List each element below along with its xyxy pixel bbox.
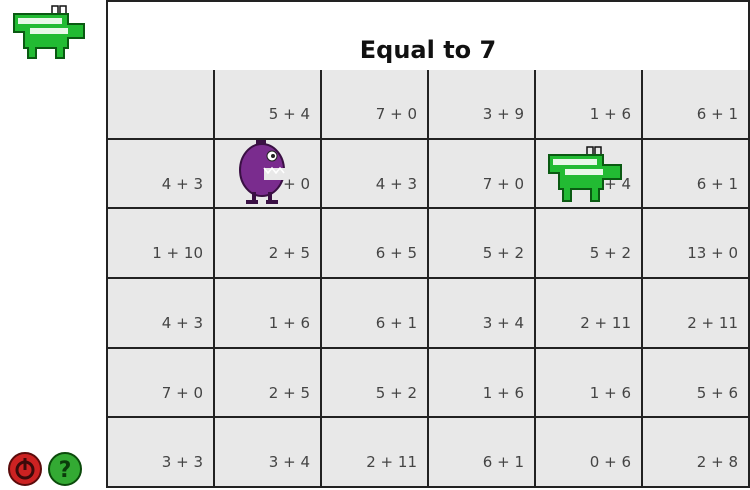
cell-expression: 7 + 0 bbox=[482, 174, 524, 193]
grid-cell[interactable]: 7 + 0 bbox=[322, 70, 429, 140]
grid-cell[interactable]: 2 + 11 bbox=[643, 279, 750, 349]
grid-cell[interactable]: 3 + 9 bbox=[429, 70, 536, 140]
quit-power-icon bbox=[8, 452, 42, 486]
grid-cell[interactable]: 1 + 6 bbox=[215, 279, 322, 349]
cell-expression: 3 + 4 bbox=[482, 314, 524, 333]
grid-cell[interactable]: 5 + 4 bbox=[215, 70, 322, 140]
grid-cell[interactable]: 5 + 2 bbox=[536, 209, 643, 280]
grid-cell[interactable]: 2 + 5 bbox=[215, 209, 322, 280]
cell-expression: 1 + 6 bbox=[268, 314, 310, 333]
grid-cell[interactable]: 2 + 11 bbox=[322, 418, 429, 489]
grid-cell[interactable]: 0 + 6 bbox=[536, 418, 643, 489]
grid-cell[interactable]: 1 + 6 bbox=[429, 348, 536, 419]
header: Equal to 7 bbox=[108, 0, 750, 72]
cell-expression: 6 + 1 bbox=[482, 453, 524, 472]
page-title: Equal to 7 bbox=[359, 36, 497, 64]
cell-expression: 2 + 8 bbox=[696, 453, 738, 472]
cell-expression: 6 + 1 bbox=[696, 105, 738, 123]
cell-expression: 3 + 3 bbox=[161, 453, 203, 472]
svg-text:?: ? bbox=[59, 458, 72, 483]
cell-expression: 7 + 0 bbox=[375, 105, 417, 123]
grid-cell[interactable]: 6 + 1 bbox=[429, 418, 536, 489]
cell-expression: 5 + 2 bbox=[482, 244, 524, 263]
grid-cell[interactable]: 4 + 3 bbox=[108, 279, 215, 349]
cell-expression: 2 + 11 bbox=[687, 314, 738, 333]
grid-cell[interactable]: 2 + 11 bbox=[536, 279, 643, 349]
cell-expression: 2 + 11 bbox=[366, 453, 417, 472]
grid-cell[interactable]: 6 + 1 bbox=[643, 139, 750, 210]
cell-expression: 1 + 6 bbox=[482, 383, 524, 402]
cell-expression: 5 + 2 bbox=[375, 383, 417, 402]
grid-cell[interactable]: 3 + 4 bbox=[429, 279, 536, 349]
grid-cell[interactable]: 2 + 5 bbox=[215, 348, 322, 419]
cell-expression: 4 + 3 bbox=[375, 174, 417, 193]
cell-expression: 2 + 5 bbox=[268, 244, 310, 263]
cell-expression: 2 + 11 bbox=[580, 314, 631, 333]
cell-expression: 3 + 4 bbox=[268, 453, 310, 472]
grid-cell[interactable]: 5 + 6 bbox=[643, 348, 750, 419]
cell-expression: 5 + 2 bbox=[589, 244, 631, 263]
sidebar: ? bbox=[0, 0, 108, 488]
cell-expression: 1 + 6 bbox=[589, 105, 631, 123]
grid-cell[interactable]: 3 + 3 bbox=[108, 418, 215, 489]
cell-expression: 6 + 5 bbox=[375, 244, 417, 263]
grid-cell[interactable]: 6 + 5 bbox=[322, 209, 429, 280]
cell-expression: 5 + 4 bbox=[268, 105, 310, 123]
help-button[interactable]: ? bbox=[48, 452, 82, 486]
cell-expression: 5 + 6 bbox=[696, 383, 738, 402]
cell-expression: 6 + 1 bbox=[696, 174, 738, 193]
cell-expression: 6 + 1 bbox=[375, 314, 417, 333]
grid-cell[interactable]: 1 + 6 bbox=[536, 70, 643, 140]
troggle-life-icon bbox=[13, 5, 85, 59]
troggle-icon bbox=[548, 146, 622, 202]
grid-cell[interactable]: 7 + 0 bbox=[429, 139, 536, 210]
cell-expression: 7 + 0 bbox=[161, 383, 203, 402]
cell-expression: 1 + 10 bbox=[152, 244, 203, 263]
grid-cell[interactable]: 4 + 3 bbox=[108, 139, 215, 210]
cell-expression: 0 + 6 bbox=[589, 453, 631, 472]
cell-expression: 1 + 6 bbox=[589, 383, 631, 402]
grid-cell[interactable]: 5 + 2 bbox=[429, 209, 536, 280]
game-grid: 5 + 4 7 + 0 3 + 9 1 + 6 6 + 1 4 + 3 7 + 0 4 + 3… bbox=[108, 70, 750, 489]
grid-cell[interactable]: 3 + 4 bbox=[215, 418, 322, 489]
grid-cell[interactable]: 1 + 6 bbox=[536, 348, 643, 419]
help-question-icon: ? bbox=[48, 452, 82, 486]
grid-cell[interactable]: 4 + 3 bbox=[322, 139, 429, 210]
grid-cell[interactable]: 13 + 0 bbox=[643, 209, 750, 280]
grid-cell[interactable]: 7 + 0 bbox=[108, 348, 215, 419]
grid-cell[interactable] bbox=[108, 70, 215, 140]
grid-cell[interactable]: 6 + 1 bbox=[322, 279, 429, 349]
grid-cell[interactable]: 1 + 10 bbox=[108, 209, 215, 280]
cell-expression: 13 + 0 bbox=[687, 244, 738, 263]
cell-expression: 2 + 5 bbox=[268, 383, 310, 402]
muncher-icon bbox=[239, 140, 286, 204]
quit-button[interactable] bbox=[8, 452, 42, 486]
cell-expression: 4 + 3 bbox=[161, 174, 203, 193]
cell-expression: 4 + 3 bbox=[161, 314, 203, 333]
grid-cell[interactable]: 6 + 1 bbox=[643, 70, 750, 140]
cell-expression: 3 + 9 bbox=[482, 105, 524, 123]
grid-cell[interactable]: 5 + 2 bbox=[322, 348, 429, 419]
grid-cell[interactable]: 2 + 8 bbox=[643, 418, 750, 489]
